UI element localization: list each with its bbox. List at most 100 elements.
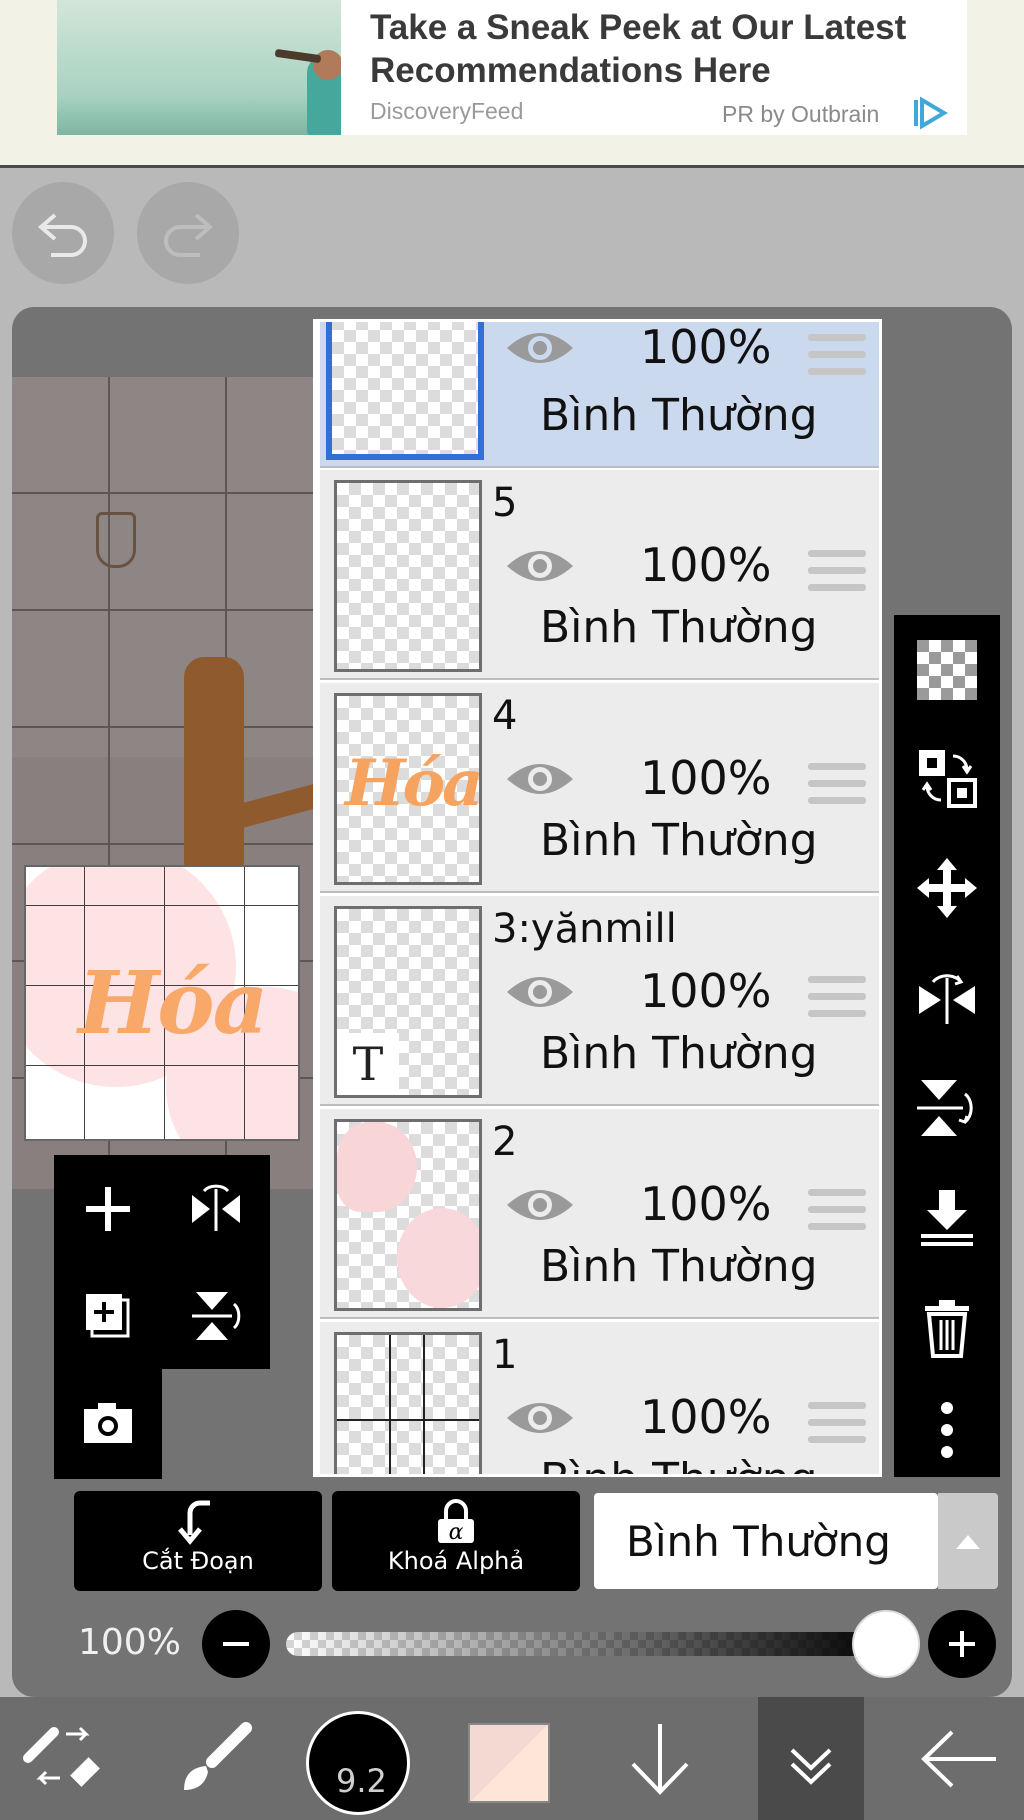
flip-vertical-icon [917, 1080, 973, 1136]
lock-icon: α [438, 1499, 474, 1545]
layer-list[interactable]: 100% Bình Thường 5 100% Bình Thường Hóa … [313, 319, 882, 1477]
layer-blend-mode: Bình Thường [540, 390, 818, 441]
thumb-grid-lines [337, 1335, 479, 1474]
drag-handle-icon[interactable] [808, 763, 866, 805]
layer-thumbnail[interactable] [334, 480, 482, 672]
alpha-lock-button[interactable]: α Khoá Alphả [332, 1491, 580, 1591]
drag-handle-icon[interactable] [808, 1189, 866, 1231]
undo-button[interactable] [12, 182, 114, 284]
opacity-value-label: 100% [78, 1622, 181, 1663]
eye-icon[interactable] [503, 755, 577, 803]
layer-name: 5 [492, 480, 518, 526]
thumb-blob-2 [397, 1208, 479, 1308]
layer-blend-mode: Bình Thường [540, 1028, 818, 1079]
ad-telescope [274, 48, 322, 64]
more-options-button[interactable] [894, 1375, 1000, 1485]
import-photo-button[interactable] [54, 1369, 162, 1476]
ad-title[interactable]: Take a Sneak Peek at Our Latest Recommen… [370, 6, 970, 92]
opacity-slider-knob[interactable] [852, 1610, 920, 1678]
clipping-button[interactable]: Cắt Đoạn [74, 1491, 322, 1591]
drag-handle-icon[interactable] [808, 334, 866, 376]
layer-opacity: 100% [640, 1390, 772, 1444]
brush-icon [184, 1721, 252, 1790]
merge-down-button[interactable] [894, 1163, 1000, 1273]
text-layer-badge: T [337, 1033, 399, 1095]
drag-handle-icon[interactable] [808, 976, 866, 1018]
move-layer-button[interactable] [894, 833, 1000, 943]
flask-drawing [96, 512, 136, 568]
ad-image[interactable] [57, 0, 341, 135]
layer-name: 4 [492, 693, 518, 739]
camera-icon [84, 1402, 132, 1443]
merge-down-icon [921, 1190, 973, 1246]
back-button[interactable] [904, 1697, 1014, 1820]
layer-row[interactable]: 5 100% Bình Thường [320, 470, 879, 680]
ad-source: DiscoveryFeed [370, 98, 524, 124]
chevron-up-icon [956, 1535, 980, 1549]
flip-layer-vertical-button[interactable] [162, 1262, 270, 1369]
redo-icon [164, 213, 214, 257]
flip-vertical-button[interactable] [894, 1053, 1000, 1163]
flip-horizontal-button[interactable] [894, 943, 1000, 1053]
layer-blend-mode: Bình Thường [540, 1241, 818, 1292]
more-icon [941, 1402, 953, 1458]
layer-blend-mode: Bình Thường [540, 1454, 818, 1474]
ad-banner[interactable]: Take a Sneak Peek at Our Latest Recommen… [0, 0, 1024, 168]
alpha-lock-label: Khoá Alphả [387, 1547, 525, 1575]
blend-mode-select[interactable]: Bình Thường [594, 1493, 938, 1589]
duplicate-layer-icon [86, 1293, 130, 1337]
redo-button[interactable] [137, 182, 239, 284]
layer-row[interactable]: 1 100% Bình Thường [320, 1322, 879, 1474]
delete-layer-button[interactable] [894, 1273, 1000, 1383]
swap-layer-button[interactable] [894, 723, 1000, 833]
layer-thumbnail[interactable]: T [334, 906, 482, 1098]
opacity-increase-button[interactable] [928, 1610, 996, 1678]
layer-thumbnail-text: Hóa [345, 746, 481, 821]
layer-thumbnail[interactable]: Hóa [334, 693, 482, 885]
eye-icon[interactable] [503, 324, 577, 372]
move-down-button[interactable] [610, 1697, 710, 1820]
clipping-arrow-icon [178, 1500, 210, 1545]
undo-icon [37, 213, 87, 257]
flip-horizontal-icon [919, 974, 975, 1024]
add-layer-button[interactable] [54, 1155, 162, 1262]
layer-row[interactable]: T 3:yănmill 100% Bình Thường [320, 896, 879, 1106]
layer-row[interactable]: Hóa 4 100% Bình Thường [320, 683, 879, 893]
layer-thumbnail[interactable] [326, 322, 484, 460]
flip-horizontal-icon [192, 1184, 240, 1231]
flip-layer-horizontal-button[interactable] [162, 1155, 270, 1262]
swap-layer-icon [919, 750, 977, 808]
layer-actions-toolbar [894, 615, 1000, 1477]
thumb-blob [337, 1122, 417, 1212]
eye-icon[interactable] [503, 1181, 577, 1229]
layer-name: 2 [492, 1119, 518, 1165]
drag-handle-icon[interactable] [808, 1402, 866, 1444]
blend-mode-dropdown-button[interactable] [938, 1493, 998, 1589]
clipping-label: Cắt Đoạn [142, 1547, 254, 1575]
flip-vertical-icon [192, 1291, 241, 1340]
opacity-decrease-button[interactable] [202, 1610, 270, 1678]
tool-switch-button[interactable] [0, 1697, 126, 1820]
outbrain-logo-icon[interactable] [912, 96, 948, 130]
checker-icon [917, 640, 977, 700]
eye-icon[interactable] [503, 968, 577, 1016]
eye-icon[interactable] [503, 542, 577, 590]
layer-name: 3:yănmill [492, 906, 677, 952]
canvas-thumbnail[interactable]: Hóa [24, 865, 300, 1141]
color-picker-button[interactable] [468, 1723, 550, 1803]
layer-menu-button[interactable] [758, 1697, 864, 1820]
layer-row[interactable]: 2 100% Bình Thường [320, 1109, 879, 1319]
opacity-slider[interactable] [286, 1632, 890, 1656]
layer-opacity: 100% [640, 1177, 772, 1231]
duplicate-layer-button[interactable] [54, 1262, 162, 1369]
layer-blend-mode: Bình Thường [540, 815, 818, 866]
drag-handle-icon[interactable] [808, 550, 866, 592]
eye-icon[interactable] [503, 1394, 577, 1442]
layer-opacity: 100% [640, 320, 772, 374]
transparent-fill-button[interactable] [894, 615, 1000, 725]
layer-row[interactable]: 100% Bình Thường [320, 320, 879, 468]
layer-thumbnail[interactable] [334, 1332, 482, 1474]
layer-thumbnail[interactable] [334, 1119, 482, 1311]
brush-tool-button[interactable] [160, 1697, 270, 1820]
ad-pr-label[interactable]: PR by Outbrain [722, 101, 879, 128]
